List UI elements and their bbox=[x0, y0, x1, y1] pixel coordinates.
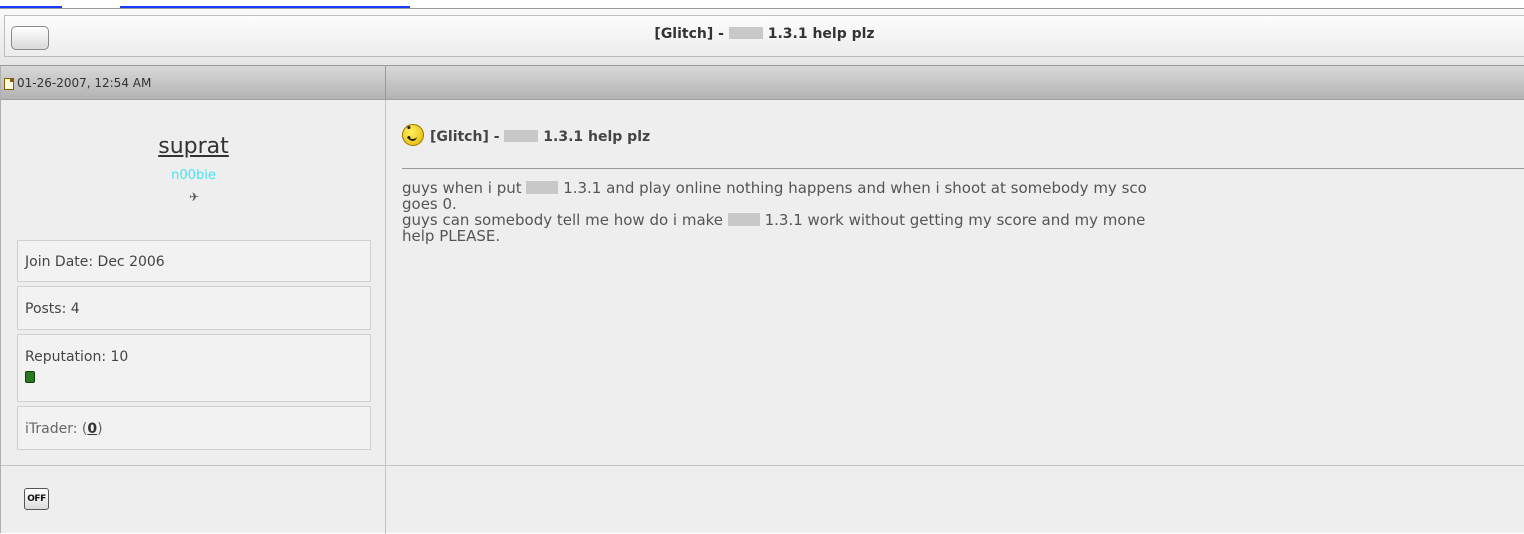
body-text: 1.3.1 work without getting my score and … bbox=[764, 211, 1146, 229]
thread-title-suffix: 1.3.1 help plz bbox=[767, 26, 875, 42]
body-text: help PLEASE. bbox=[402, 227, 501, 245]
reputation-label: Reputation: 10 bbox=[25, 349, 129, 365]
thread-title-prefix: [Glitch] - bbox=[654, 26, 729, 42]
body-text: goes 0. bbox=[402, 195, 457, 213]
post-title: [Glitch] - 1.3.1 help plz bbox=[402, 124, 650, 146]
post-table: 01-26-2007, 12:54 AM suprat n00bie ✈ Joi… bbox=[0, 66, 1524, 534]
post-count: Posts: 4 bbox=[17, 286, 371, 330]
itrader-count-link[interactable]: 0 bbox=[87, 421, 97, 437]
join-date: Join Date: Dec 2006 bbox=[17, 240, 371, 282]
post-title-prefix: [Glitch] - bbox=[430, 129, 505, 145]
user-info-column: suprat n00bie ✈ Join Date: Dec 2006 Post… bbox=[1, 100, 386, 465]
online-status-icon: OFF bbox=[24, 488, 49, 510]
post-title-suffix: 1.3.1 help plz bbox=[543, 129, 651, 145]
top-link-strip bbox=[0, 0, 1524, 8]
message-column: [Glitch] - 1.3.1 help plz guys when i pu… bbox=[386, 100, 1524, 465]
user-title: n00bie bbox=[171, 168, 216, 183]
thread-header: [Glitch] - 1.3.1 help plz bbox=[0, 8, 1524, 66]
partial-link-left[interactable] bbox=[0, 0, 62, 8]
reputation-box: Reputation: 10 bbox=[17, 334, 371, 402]
redacted-text-icon bbox=[526, 181, 559, 194]
post-footer-left: OFF bbox=[1, 466, 386, 534]
itrader-box: iTrader: (0) bbox=[17, 406, 371, 450]
post-date: 01-26-2007, 12:54 AM bbox=[17, 76, 152, 90]
title-divider bbox=[402, 168, 1524, 169]
body-text: 1.3.1 and play online nothing happens an… bbox=[563, 179, 1147, 197]
redacted-text-icon bbox=[727, 213, 760, 226]
post-document-icon bbox=[4, 78, 14, 90]
itrader-label: iTrader: ( bbox=[25, 421, 88, 437]
post-body: guys when i put 1.3.1 and play online no… bbox=[402, 180, 1524, 244]
itrader-close: ) bbox=[97, 421, 103, 437]
post-footer-row: OFF bbox=[1, 465, 1524, 534]
post-date-bar: 01-26-2007, 12:54 AM bbox=[1, 66, 1524, 100]
thread-header-inner: [Glitch] - 1.3.1 help plz bbox=[4, 15, 1524, 57]
partial-link[interactable] bbox=[120, 0, 410, 8]
post-date-cell: 01-26-2007, 12:54 AM bbox=[1, 66, 386, 100]
redacted-text-icon bbox=[728, 27, 763, 39]
rank-icon: ✈ bbox=[189, 190, 200, 204]
username-link[interactable]: suprat bbox=[1, 134, 386, 159]
redacted-text-icon bbox=[504, 130, 539, 142]
reputation-pip-icon bbox=[25, 371, 35, 383]
thread-title: [Glitch] - 1.3.1 help plz bbox=[5, 26, 1524, 42]
smiley-icon bbox=[402, 124, 424, 146]
